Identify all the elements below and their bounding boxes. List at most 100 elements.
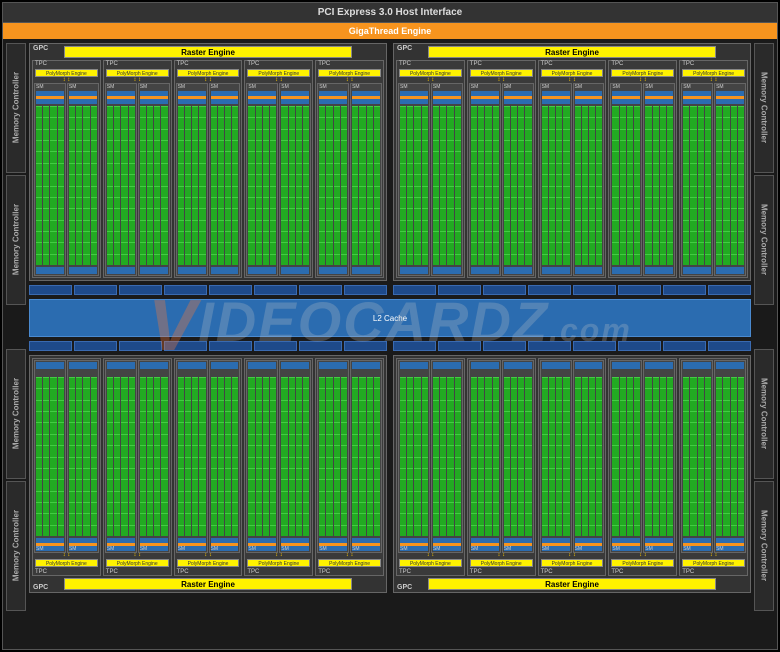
rop-unit bbox=[393, 285, 436, 295]
register-bar bbox=[69, 362, 97, 369]
cuda-core-grid bbox=[716, 105, 744, 266]
cuda-core-grid bbox=[140, 376, 168, 537]
polymorph-engine: PolyMorph Engine bbox=[177, 69, 240, 77]
raster-engine: Raster Engine bbox=[64, 46, 352, 58]
rop-unit bbox=[344, 341, 387, 351]
sm-label: SM bbox=[645, 84, 653, 90]
tpc-block: SMSM↕ ↕PolyMorph EngineTPC bbox=[174, 358, 243, 576]
register-bar bbox=[542, 362, 570, 369]
rop-unit bbox=[119, 285, 162, 295]
rop-unit bbox=[164, 285, 207, 295]
gigathread-engine: GigaThread Engine bbox=[3, 23, 777, 39]
rop-unit bbox=[483, 341, 526, 351]
rop-unit bbox=[209, 285, 252, 295]
rop-unit bbox=[74, 341, 117, 351]
cuda-core-grid bbox=[471, 376, 499, 537]
sm-label: SM bbox=[281, 84, 289, 90]
register-bar bbox=[683, 267, 711, 274]
register-bar bbox=[281, 267, 309, 274]
polymorph-engine: PolyMorph Engine bbox=[470, 559, 533, 567]
dispatch-bar bbox=[178, 99, 206, 104]
tpc-block: TPCPolyMorph Engine↕ ↕SMSM bbox=[244, 60, 313, 278]
sm-label: SM bbox=[140, 84, 148, 90]
sm-block: SM bbox=[105, 83, 137, 276]
rop-unit bbox=[29, 285, 72, 295]
tpc-label: TPC bbox=[177, 569, 189, 575]
sm-label: SM bbox=[352, 546, 360, 552]
dispatch-bar bbox=[69, 99, 97, 104]
register-bar bbox=[645, 267, 673, 274]
register-bar bbox=[471, 267, 499, 274]
sm-block: SM bbox=[573, 360, 605, 553]
tpc-label: TPC bbox=[541, 569, 553, 575]
sm-label: SM bbox=[281, 546, 289, 552]
register-bar bbox=[683, 362, 711, 369]
cuda-core-grid bbox=[69, 105, 97, 266]
raster-engine: Raster Engine bbox=[64, 578, 352, 590]
sm-label: SM bbox=[319, 84, 327, 90]
register-bar bbox=[140, 362, 168, 369]
rop-unit bbox=[254, 341, 297, 351]
cuda-core-grid bbox=[178, 376, 206, 537]
tpc-block: SMSM↕ ↕PolyMorph EngineTPC bbox=[608, 358, 677, 576]
sm-block: SM bbox=[350, 360, 382, 553]
cuda-core-grid bbox=[107, 105, 135, 266]
sm-label: SM bbox=[400, 546, 408, 552]
tpc-label: TPC bbox=[247, 61, 259, 67]
tpc-block: SMSM↕ ↕PolyMorph EngineTPC bbox=[103, 358, 172, 576]
tpc-block: TPCPolyMorph Engine↕ ↕SMSM bbox=[608, 60, 677, 278]
sm-label: SM bbox=[471, 84, 479, 90]
sm-block: SM bbox=[714, 83, 746, 276]
arrow-icon: ↕ ↕ bbox=[105, 553, 170, 558]
rop-row bbox=[29, 341, 751, 351]
register-bar bbox=[433, 362, 461, 369]
register-bar bbox=[281, 362, 309, 369]
sm-block: SM bbox=[714, 360, 746, 553]
sm-label: SM bbox=[107, 84, 115, 90]
sm-block: SM bbox=[540, 360, 572, 553]
sm-label: SM bbox=[683, 546, 691, 552]
memory-controller: Memory Controller bbox=[754, 43, 774, 173]
cuda-core-grid bbox=[352, 105, 380, 266]
sm-label: SM bbox=[211, 546, 219, 552]
cuda-core-grid bbox=[352, 376, 380, 537]
memory-controller: Memory Controller bbox=[6, 175, 26, 305]
dispatch-bar bbox=[248, 99, 276, 104]
sm-label: SM bbox=[319, 546, 327, 552]
l2-cache: L2 Cache bbox=[29, 299, 751, 337]
cuda-core-grid bbox=[716, 376, 744, 537]
gpc-label: GPC bbox=[397, 584, 412, 591]
cuda-core-grid bbox=[542, 105, 570, 266]
arrow-icon: ↕ ↕ bbox=[610, 553, 675, 558]
tpc-block: SMSM↕ ↕PolyMorph EngineTPC bbox=[244, 358, 313, 576]
cuda-core-grid bbox=[575, 376, 603, 537]
cuda-core-grid bbox=[178, 105, 206, 266]
sm-label: SM bbox=[69, 546, 77, 552]
polymorph-engine: PolyMorph Engine bbox=[106, 69, 169, 77]
cuda-core-grid bbox=[504, 105, 532, 266]
polymorph-engine: PolyMorph Engine bbox=[399, 69, 462, 77]
dispatch-bar bbox=[400, 99, 428, 104]
sm-block: SM bbox=[398, 83, 430, 276]
tpc-label: TPC bbox=[470, 569, 482, 575]
sm-block: SM bbox=[610, 83, 642, 276]
sm-label: SM bbox=[504, 546, 512, 552]
register-bar bbox=[248, 267, 276, 274]
raster-engine: Raster Engine bbox=[428, 578, 716, 590]
sm-block: SM bbox=[246, 360, 278, 553]
rop-unit bbox=[438, 285, 481, 295]
tpc-label: TPC bbox=[35, 569, 47, 575]
register-bar bbox=[352, 362, 380, 369]
sm-block: SM bbox=[643, 360, 675, 553]
sm-label: SM bbox=[107, 546, 115, 552]
register-bar bbox=[36, 267, 64, 274]
arrow-icon: ↕ ↕ bbox=[681, 553, 746, 558]
sm-label: SM bbox=[542, 546, 550, 552]
register-bar bbox=[107, 267, 135, 274]
rop-unit bbox=[618, 341, 661, 351]
sm-label: SM bbox=[433, 546, 441, 552]
cuda-core-grid bbox=[211, 376, 239, 537]
sm-label: SM bbox=[178, 84, 186, 90]
tpc-block: TPCPolyMorph Engine↕ ↕SMSM bbox=[103, 60, 172, 278]
cuda-core-grid bbox=[683, 105, 711, 266]
